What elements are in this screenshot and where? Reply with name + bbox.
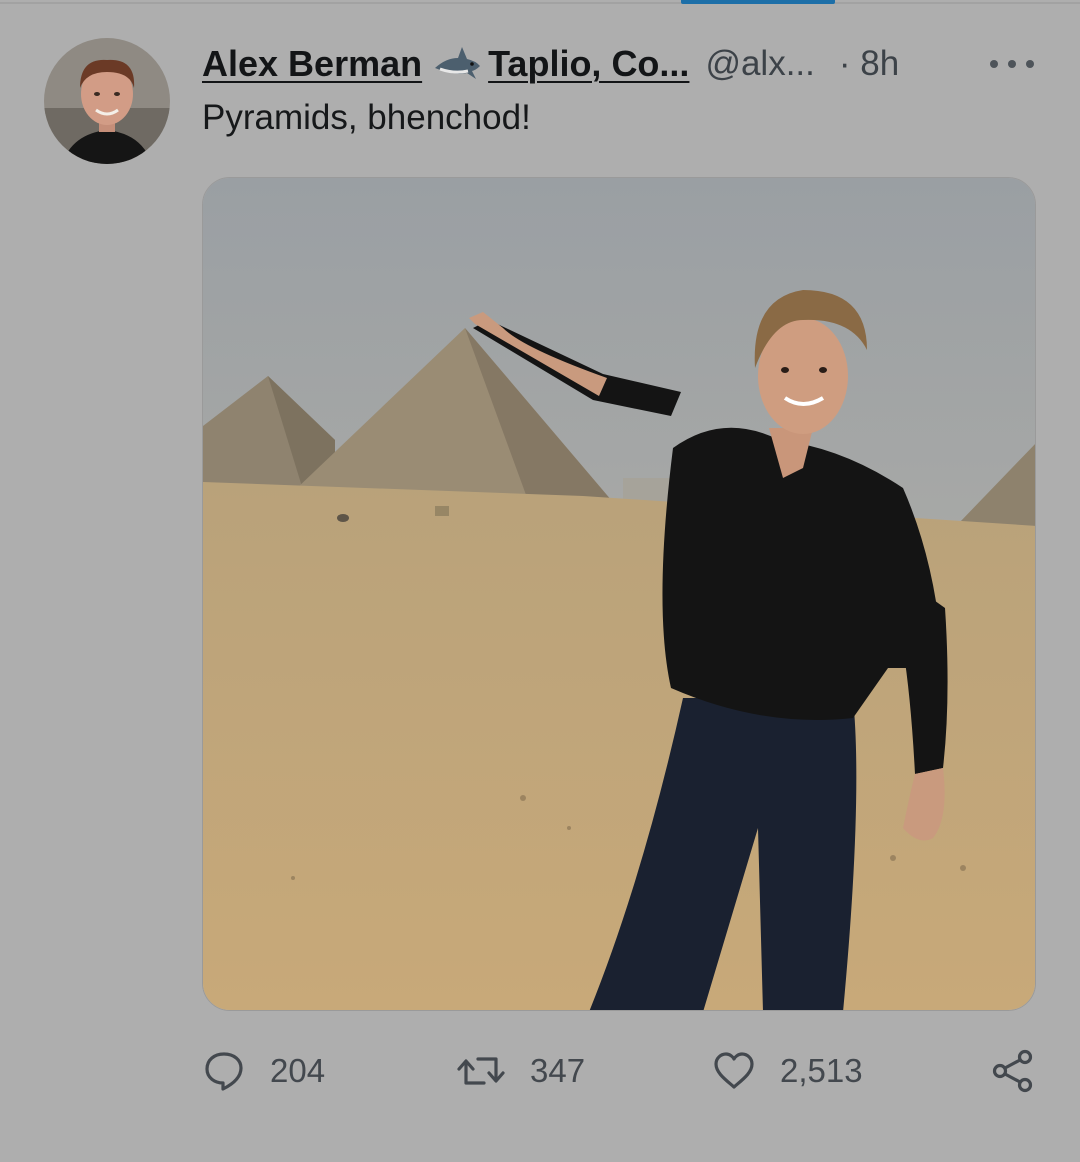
active-tab-indicator xyxy=(681,0,835,4)
more-horizontal-icon[interactable] xyxy=(990,54,1034,74)
reply-icon xyxy=(202,1049,246,1093)
more-dot xyxy=(1026,60,1034,68)
tweet-header: Alex Berman Taplio, Co... @alx... · 8h xyxy=(202,40,1042,88)
display-name[interactable]: Alex Berman Taplio, Co... xyxy=(202,43,689,85)
share-button[interactable] xyxy=(990,1045,1036,1097)
display-name-part1: Alex Berman xyxy=(202,43,423,84)
tweet-text: Pyramids, bhenchod! xyxy=(202,98,531,137)
more-dot xyxy=(1008,60,1016,68)
tweet-view: Alex Berman Taplio, Co... @alx... · 8h P… xyxy=(0,0,1080,1162)
avatar[interactable] xyxy=(44,38,170,164)
heart-icon xyxy=(712,1049,756,1093)
retweet-button[interactable]: 347 xyxy=(456,1045,585,1097)
like-button[interactable]: 2,513 xyxy=(712,1045,863,1097)
like-count: 2,513 xyxy=(780,1052,863,1089)
shark-icon xyxy=(432,44,482,84)
divider xyxy=(0,2,1080,4)
user-handle[interactable]: @alx... xyxy=(705,44,814,84)
more-dot xyxy=(990,60,998,68)
display-name-part2: Taplio, Co... xyxy=(488,43,690,84)
tweet-photo[interactable] xyxy=(202,177,1036,1011)
reply-count: 204 xyxy=(270,1052,326,1089)
retweet-count: 347 xyxy=(530,1052,586,1089)
tweet-action-bar: 204 347 2,513 xyxy=(0,1045,1080,1097)
share-icon xyxy=(990,1048,1036,1094)
retweet-icon xyxy=(456,1049,506,1093)
reply-button[interactable]: 204 xyxy=(202,1045,325,1097)
tweet-timestamp[interactable]: · 8h xyxy=(839,44,899,84)
